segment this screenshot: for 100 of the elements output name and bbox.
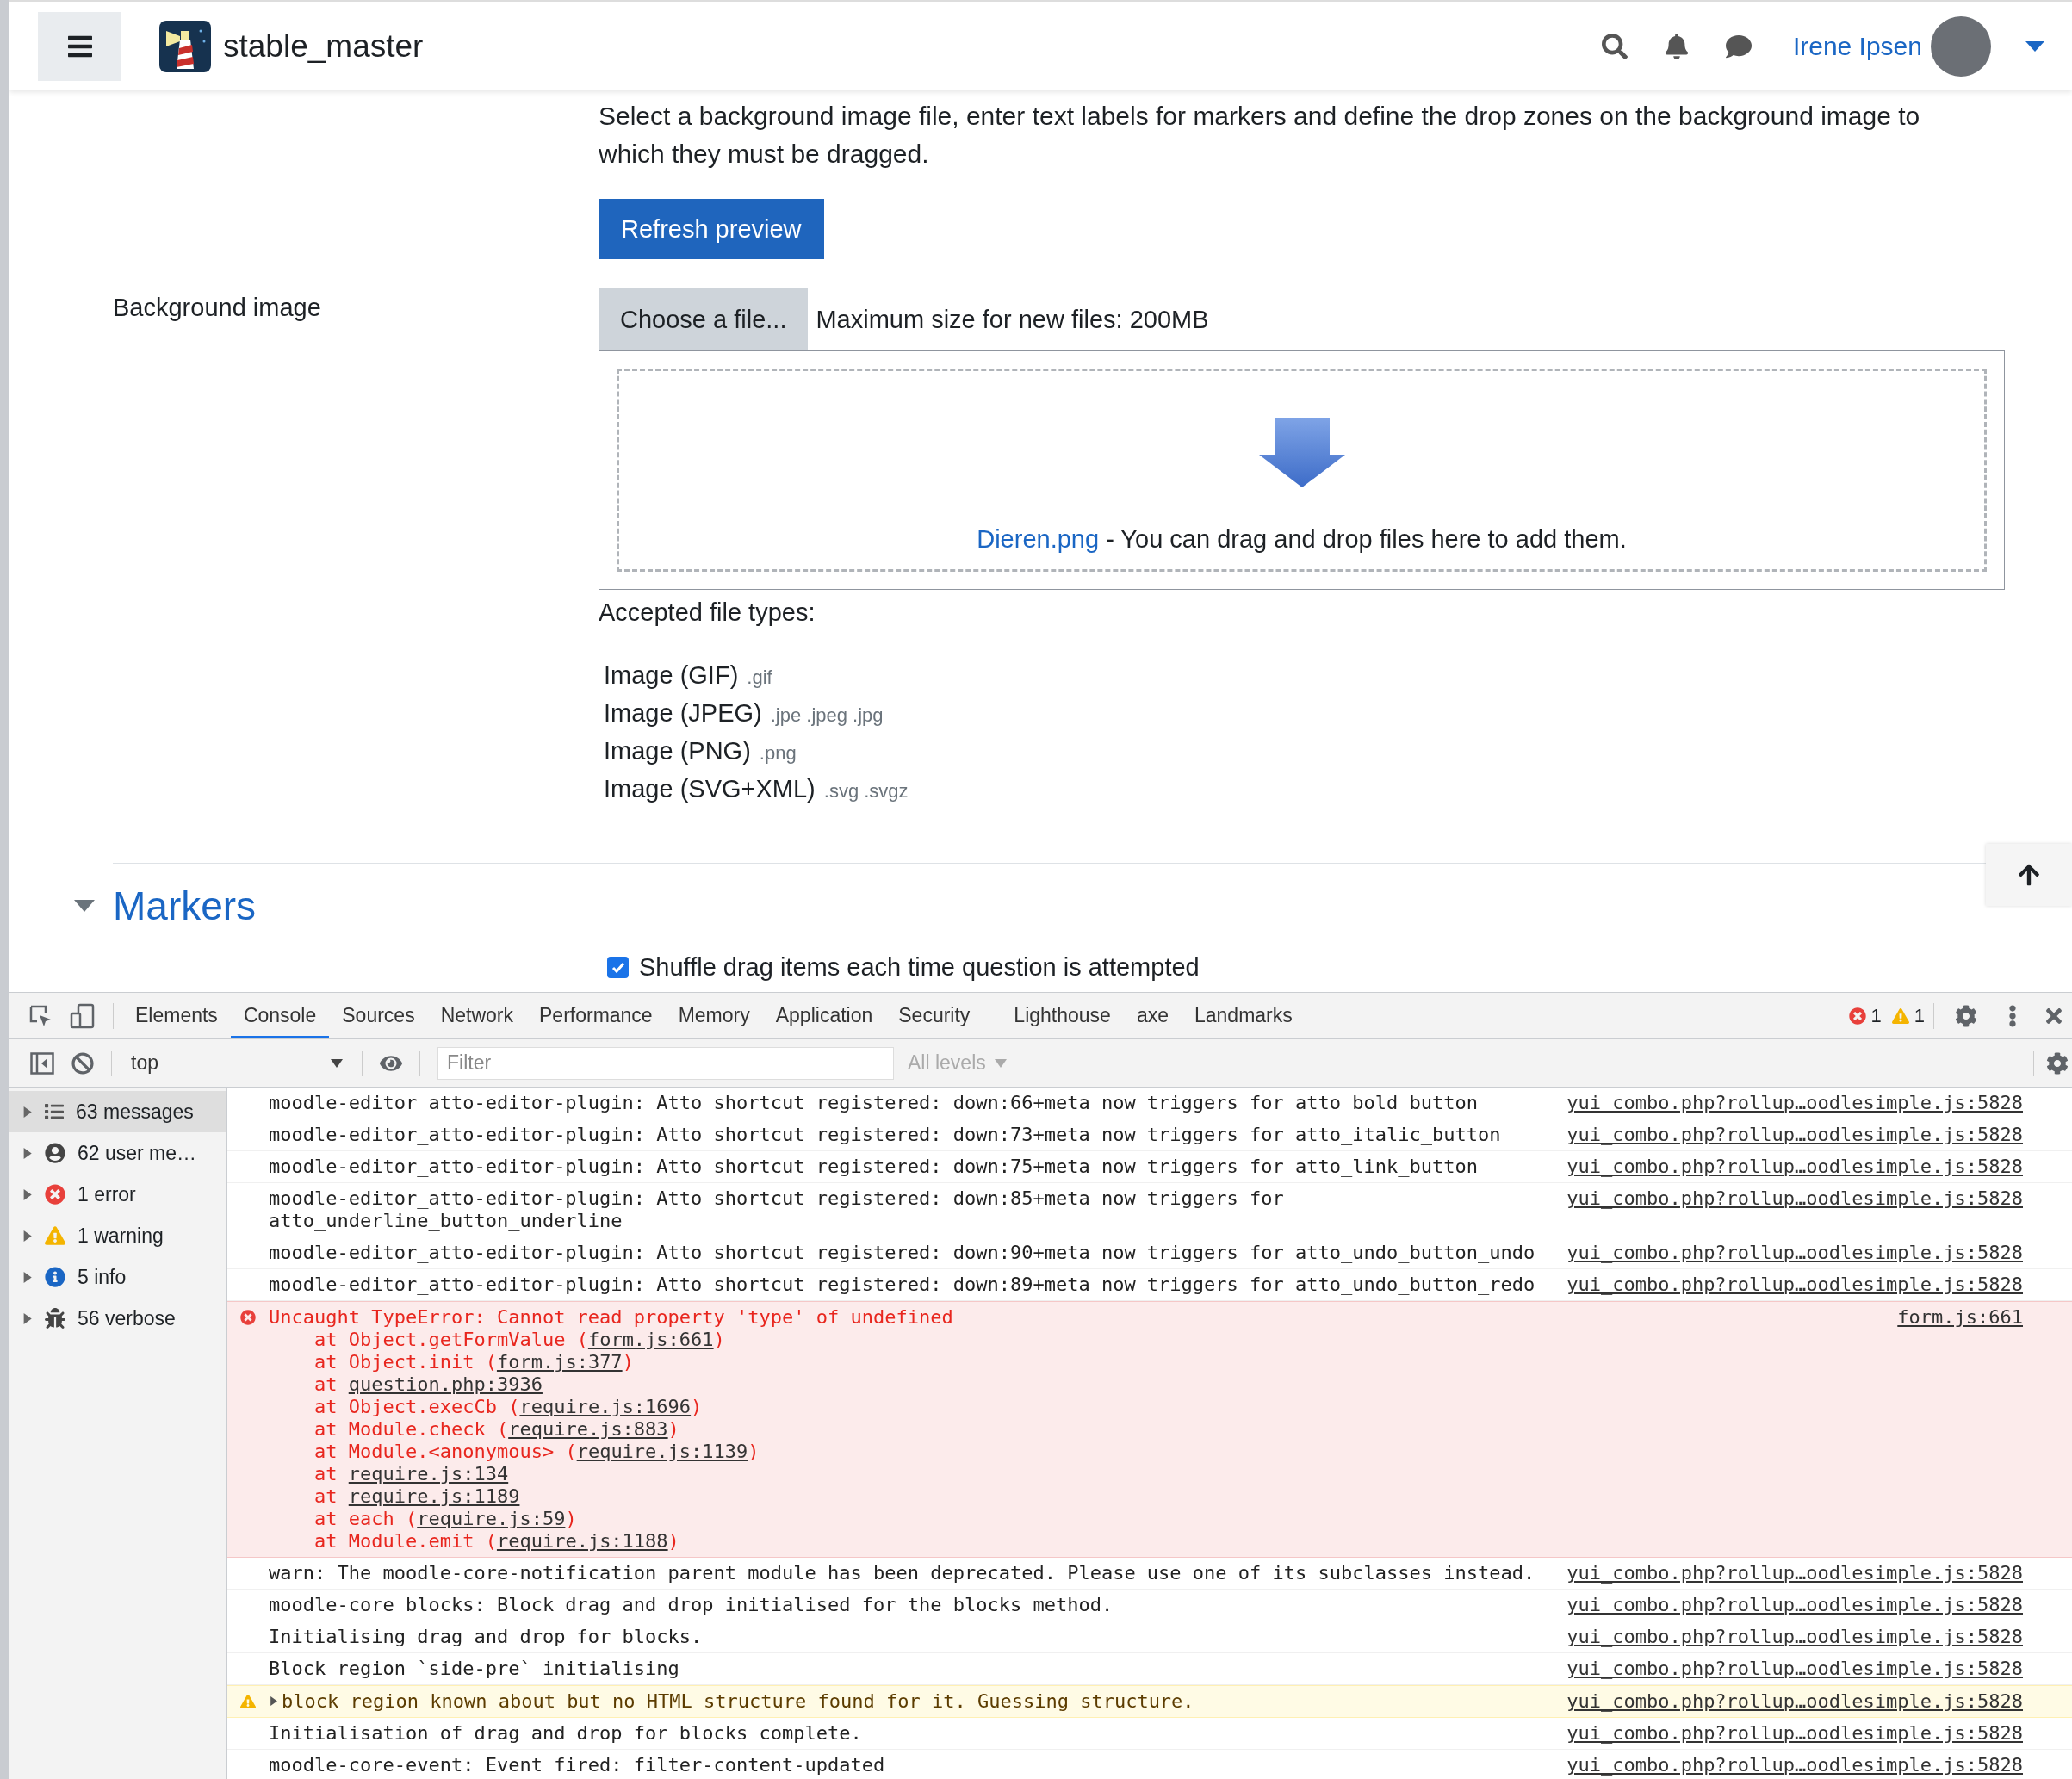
devtools-tab[interactable]: Landmarks xyxy=(1182,993,1306,1038)
source-link[interactable]: require.js:883 xyxy=(508,1418,668,1440)
file-extensions: .gif xyxy=(747,666,772,689)
devtools-tab[interactable]: Security xyxy=(885,993,1002,1038)
bug-icon xyxy=(45,1308,65,1329)
refresh-preview-button[interactable]: Refresh preview xyxy=(599,199,824,259)
expand-caret-icon[interactable] xyxy=(22,1188,33,1200)
sidebar-item[interactable]: 1 warning xyxy=(9,1215,226,1256)
source-link[interactable]: yui_combo.php?rollup…oodlesimple.js:5828 xyxy=(1566,1626,2023,1648)
log-message: block region known about but no HTML structure found for it. Guessing structure. xyxy=(282,1690,1195,1713)
devtools-tab[interactable]: Application xyxy=(762,993,886,1038)
expand-caret-icon[interactable] xyxy=(269,1696,278,1706)
expand-caret-icon[interactable] xyxy=(22,1271,33,1283)
source-link[interactable]: yui_combo.php?rollup…oodlesimple.js:5828 xyxy=(1566,1156,2023,1178)
bell-icon[interactable] xyxy=(1663,33,1690,59)
stack-trace-line: at require.js:1189 xyxy=(313,1485,521,1508)
settings-icon[interactable] xyxy=(2046,1051,2069,1075)
shuffle-checkbox[interactable]: Shuffle drag items each time question is attempted xyxy=(607,953,2072,982)
lighthouse-logo-icon xyxy=(159,20,211,72)
expand-caret-icon[interactable] xyxy=(22,1230,33,1242)
expand-caret-icon[interactable] xyxy=(22,1147,33,1159)
error-icon xyxy=(240,1310,256,1325)
collapse-caret-icon[interactable] xyxy=(74,900,95,912)
log-message: moodle-editor_atto-editor-plugin: Atto shortcut registered: down:85+meta now triggers for atto_underline_button_underline xyxy=(269,1187,1285,1232)
source-link[interactable]: require.js:134 xyxy=(348,1463,509,1485)
source-link[interactable]: yui_combo.php?rollup…oodlesimple.js:5828 xyxy=(1566,1754,2023,1776)
devtools-tab[interactable]: Performance xyxy=(526,993,666,1038)
file-drop-zone[interactable]: Dieren.png - You can drag and drop files here to add them. xyxy=(599,350,2005,590)
source-link[interactable]: yui_combo.php?rollup…oodlesimple.js:5828 xyxy=(1566,1092,2023,1114)
stack-trace-line: at Module.emit (require.js:1188) xyxy=(313,1530,680,1553)
filter-field[interactable]: Filter xyxy=(437,1046,894,1080)
clear-console-icon[interactable] xyxy=(71,1051,94,1075)
dropdown-caret-icon xyxy=(331,1058,343,1068)
devtools-tab[interactable]: Sources xyxy=(329,993,428,1038)
field-label: Background image xyxy=(113,294,322,322)
source-link[interactable]: yui_combo.php?rollup…oodlesimple.js:5828 xyxy=(1566,1690,2023,1713)
log-message: moodle-editor_atto-editor-plugin: Atto shortcut registered: down:89+meta now triggers for atto_undo_button_redo xyxy=(269,1274,1536,1296)
choose-file-button[interactable]: Choose a file... xyxy=(599,288,809,350)
sidebar-item[interactable]: 63 messages xyxy=(9,1091,226,1132)
source-link[interactable]: yui_combo.php?rollup…oodlesimple.js:5828 xyxy=(1566,1242,2023,1264)
sidebar-item[interactable]: 1 error xyxy=(9,1174,226,1215)
settings-icon[interactable] xyxy=(1955,1004,1977,1027)
devtools-tab[interactable]: Lighthouse xyxy=(1001,993,1124,1038)
form-description: Select a background image file, enter text labels for markers and define the drop zones on the background image to which they must be dragged. xyxy=(599,101,1921,170)
stack-trace-line: at Module.check (require.js:883) xyxy=(313,1418,680,1441)
list-icon xyxy=(45,1102,64,1121)
devtools-tab[interactable]: Console xyxy=(230,993,330,1038)
file-type-name: Image (GIF) xyxy=(604,661,739,690)
checkmark-icon xyxy=(611,961,625,974)
section-heading[interactable]: Markers xyxy=(113,883,257,929)
devtools-tab[interactable]: Memory xyxy=(665,993,763,1038)
source-link[interactable]: yui_combo.php?rollup…oodlesimple.js:5828 xyxy=(1566,1124,2023,1146)
source-link[interactable]: require.js:1139 xyxy=(576,1441,748,1462)
source-link[interactable]: require.js:1188 xyxy=(496,1530,668,1552)
source-link[interactable]: form.js:661 xyxy=(587,1329,714,1350)
source-link[interactable]: require.js:1189 xyxy=(348,1485,520,1507)
source-link[interactable]: require.js:1696 xyxy=(519,1396,692,1417)
user-name-link[interactable]: Irene Ipsen xyxy=(1792,31,1922,61)
source-link[interactable]: yui_combo.php?rollup…oodlesimple.js:5828 xyxy=(1566,1594,2023,1616)
device-toolbar-icon[interactable] xyxy=(70,1002,96,1029)
back-to-top-button[interactable] xyxy=(1986,844,2072,906)
source-link[interactable]: yui_combo.php?rollup…oodlesimple.js:5828 xyxy=(1566,1562,2023,1584)
devtools-tab[interactable]: Elements xyxy=(122,993,231,1038)
caret-icon[interactable] xyxy=(2025,40,2044,52)
warning-icon xyxy=(240,1694,256,1709)
source-link[interactable]: form.js:661 xyxy=(1897,1306,2023,1329)
file-link[interactable]: Dieren.png xyxy=(977,525,1100,553)
warning-count-badge[interactable]: 1 xyxy=(1891,1004,1925,1027)
devtools-tab[interactable]: Network xyxy=(427,993,526,1038)
stack-trace-line: at require.js:134 xyxy=(313,1463,510,1485)
stack-trace-line: at Object.execCb (require.js:1696) xyxy=(313,1396,704,1418)
info-icon xyxy=(45,1267,65,1287)
sidebar-toggle-icon[interactable] xyxy=(30,1051,54,1075)
source-link[interactable]: yui_combo.php?rollup…oodlesimple.js:5828 xyxy=(1566,1658,2023,1680)
log-message: moodle-editor_atto-editor-plugin: Atto shortcut registered: down:73+meta now triggers for atto_italic_button xyxy=(269,1124,1502,1146)
file-extensions: .svg .svgz xyxy=(823,780,909,803)
accepted-types-label: Accepted file types: xyxy=(599,598,816,627)
error-count-badge[interactable]: 1 xyxy=(1848,1004,1882,1027)
devtools-tab[interactable]: axe xyxy=(1123,993,1182,1038)
context-select[interactable]: top xyxy=(121,1051,353,1075)
log-message: moodle-editor_atto-editor-plugin: Atto shortcut registered: down:90+meta now triggers for atto_undo_button_undo xyxy=(269,1242,1536,1264)
file-type-name: Image (JPEG) xyxy=(604,699,762,728)
chat-icon[interactable] xyxy=(1725,33,1752,59)
expand-caret-icon[interactable] xyxy=(22,1106,33,1118)
sidebar-item[interactable]: 5 info xyxy=(9,1256,226,1298)
search-icon[interactable] xyxy=(1601,33,1628,59)
inspect-icon[interactable] xyxy=(28,1003,53,1028)
source-link[interactable]: yui_combo.php?rollup…oodlesimple.js:5828 xyxy=(1566,1274,2023,1296)
source-link[interactable]: question.php:3936 xyxy=(348,1373,543,1395)
warning-icon xyxy=(45,1225,65,1246)
sidebar-item[interactable]: 56 verbose xyxy=(9,1298,226,1339)
stack-trace-line: at Module.<anonymous> (require.js:1139) xyxy=(313,1441,760,1463)
source-link[interactable]: require.js:59 xyxy=(417,1508,566,1529)
source-link[interactable]: yui_combo.php?rollup…oodlesimple.js:5828 xyxy=(1566,1187,2023,1210)
expand-caret-icon[interactable] xyxy=(22,1312,33,1324)
menu-button[interactable] xyxy=(38,11,121,81)
error-message: Uncaught TypeError: Cannot read property 'type' of undefined xyxy=(269,1306,954,1329)
sidebar-item[interactable]: 62 user me… xyxy=(9,1132,226,1174)
source-link[interactable]: form.js:377 xyxy=(496,1351,623,1373)
source-link[interactable]: yui_combo.php?rollup…oodlesimple.js:5828 xyxy=(1566,1722,2023,1745)
